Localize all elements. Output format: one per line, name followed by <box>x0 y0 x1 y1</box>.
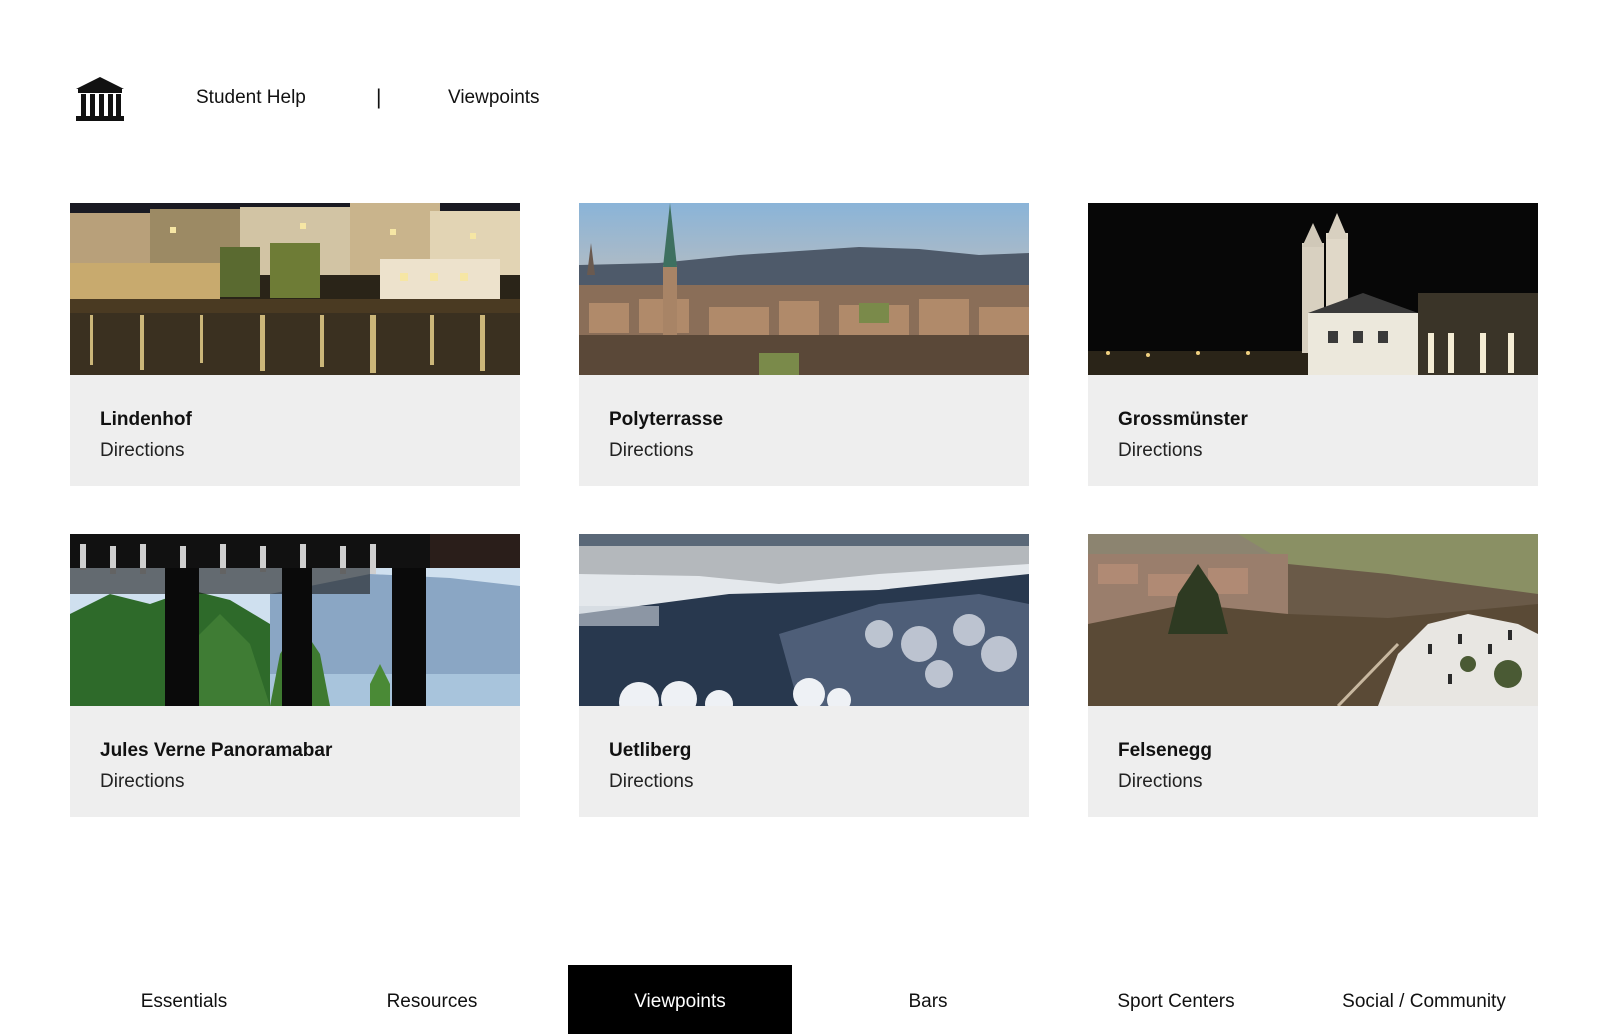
nav-item-bars[interactable]: Bars <box>804 965 1052 1034</box>
directions-link[interactable]: Directions <box>1118 437 1202 465</box>
museum-columns-icon[interactable] <box>74 75 126 123</box>
directions-link[interactable]: Directions <box>100 768 184 796</box>
directions-link[interactable]: Directions <box>609 437 693 465</box>
page: Student Help | Viewpoints Lindenhof Dire… <box>0 0 1600 1034</box>
viewpoint-title: Felsenegg <box>1118 740 1212 761</box>
viewpoint-card-uetliberg[interactable]: Uetliberg Directions <box>579 534 1029 817</box>
bottom-nav: Essentials Resources Viewpoints Bars Spo… <box>60 965 1550 1034</box>
bar-window-lake-view-photo <box>70 534 520 706</box>
directions-link[interactable]: Directions <box>100 437 184 465</box>
viewpoints-breadcrumb-link[interactable]: Viewpoints <box>448 87 540 109</box>
directions-link[interactable]: Directions <box>609 768 693 796</box>
viewpoint-card-felsenegg[interactable]: Felsenegg Directions <box>1088 534 1538 817</box>
student-help-link[interactable]: Student Help <box>196 87 306 109</box>
viewpoint-title: Uetliberg <box>609 740 692 761</box>
riverside-buildings-night-photo <box>70 203 520 375</box>
breadcrumb-separator: | <box>376 86 382 109</box>
snowy-forest-valley-photo <box>579 534 1029 706</box>
viewpoint-title: Grossmünster <box>1118 409 1248 430</box>
nav-item-essentials[interactable]: Essentials <box>60 965 308 1034</box>
city-skyline-sunset-photo <box>579 203 1029 375</box>
directions-link[interactable]: Directions <box>1118 768 1202 796</box>
cathedral-towers-night-photo <box>1088 203 1538 375</box>
viewpoints-grid: Lindenhof Directions Polyterrasse Direct… <box>70 203 1538 817</box>
viewpoint-card-jules-verne-panoramabar[interactable]: Jules Verne Panoramabar Directions <box>70 534 520 817</box>
nav-item-resources[interactable]: Resources <box>308 965 556 1034</box>
viewpoint-title: Jules Verne Panoramabar <box>100 740 333 761</box>
hilltop-viewpoint-winter-photo <box>1088 534 1538 706</box>
nav-item-sport-centers[interactable]: Sport Centers <box>1052 965 1300 1034</box>
header: Student Help | Viewpoints <box>74 74 540 124</box>
nav-item-viewpoints[interactable]: Viewpoints <box>568 965 792 1034</box>
viewpoint-card-polyterrasse[interactable]: Polyterrasse Directions <box>579 203 1029 486</box>
nav-item-social-community[interactable]: Social / Community <box>1300 965 1548 1034</box>
viewpoint-title: Polyterrasse <box>609 409 724 430</box>
viewpoint-card-grossmunster[interactable]: Grossmünster Directions <box>1088 203 1538 486</box>
viewpoint-title: Lindenhof <box>100 409 192 430</box>
viewpoint-card-lindenhof[interactable]: Lindenhof Directions <box>70 203 520 486</box>
